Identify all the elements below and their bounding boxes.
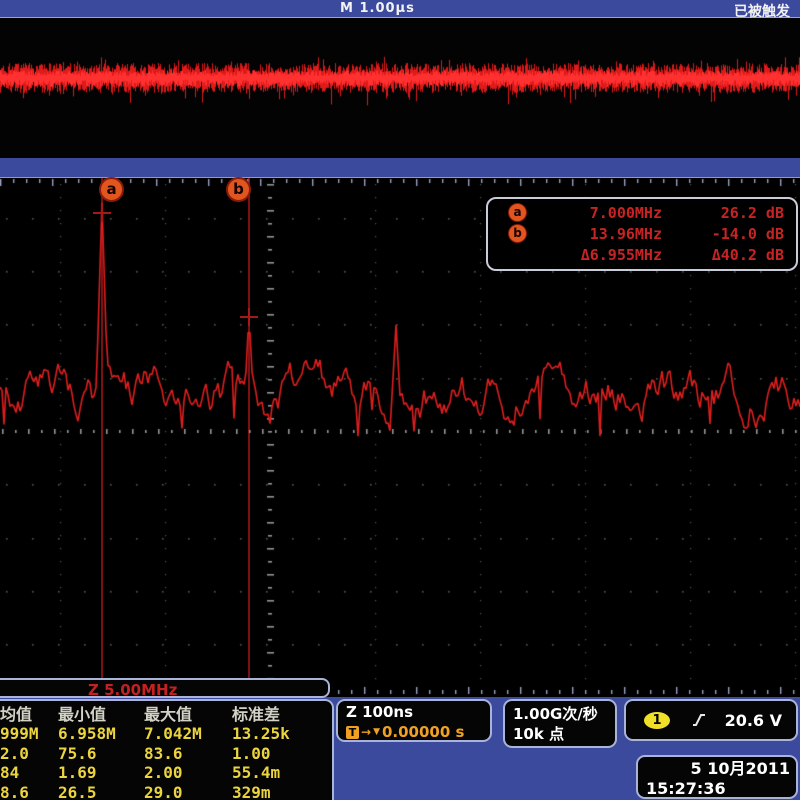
stats-cell: 999M xyxy=(0,724,58,743)
stats-cell: 55.4m xyxy=(232,763,322,782)
cursor-a-crosshair[interactable] xyxy=(93,204,111,222)
cursor-a-readout: a 7.000MHz 26.2 dB xyxy=(488,203,796,222)
stats-cell: 2.0 xyxy=(0,744,58,763)
stats-cell: 1.00 xyxy=(232,744,322,763)
stats-cell: 8.6 xyxy=(0,783,58,800)
trigger-level: 20.6 V xyxy=(706,711,796,730)
stats-row-frequency: 999M 6.958M 7.042M 13.25k xyxy=(0,724,332,743)
horizontal-zoom-box: Z 100ns T→▼0.00000 s xyxy=(336,699,492,742)
stats-row-2: 2.0 75.6 83.6 1.00 xyxy=(0,744,332,763)
cursor-a-frequency: 7.000MHz xyxy=(527,204,662,222)
cursor-delta-frequency: Δ6.955MHz xyxy=(527,246,662,264)
trigger-position-value: 0.00000 s xyxy=(382,723,464,741)
stats-cell: 29.0 xyxy=(144,783,232,800)
analog-waveform-trace xyxy=(0,18,800,158)
acquisition-box: 1.00G次/秒 10k 点 xyxy=(503,699,617,748)
record-length: 10k 点 xyxy=(513,724,607,744)
cursor-b-level: -14.0 dB xyxy=(662,225,796,243)
stats-cell: 84 xyxy=(0,763,58,782)
cursor-readout-box: a 7.000MHz 26.2 dB b 13.96MHz -14.0 dB Δ… xyxy=(486,197,798,271)
sample-rate: 1.00G次/秒 xyxy=(513,704,607,724)
rising-edge-icon xyxy=(692,712,706,728)
measurement-stats-box: 均值 最小值 最大值 标准差 999M 6.958M 7.042M 13.25k… xyxy=(0,699,334,800)
trigger-box: 1 20.6 V xyxy=(624,699,798,741)
fft-window: a b a 7.000MHz 26.2 dB b 13.96MHz -14.0 … xyxy=(0,177,800,699)
cursor-b-readout: b 13.96MHz -14.0 dB xyxy=(488,224,796,243)
stats-cell: 2.00 xyxy=(144,763,232,782)
stats-cell: 7.042M xyxy=(144,724,232,743)
triangle-down-icon: ▼ xyxy=(373,726,380,739)
stats-cell: 329m xyxy=(232,783,322,800)
bottom-readout-area: 均值 最小值 最大值 标准差 999M 6.958M 7.042M 13.25k… xyxy=(0,697,800,800)
stats-cell: 83.6 xyxy=(144,744,232,763)
cursor-b-badge[interactable]: b xyxy=(226,177,251,202)
trigger-channel-badge: 1 xyxy=(644,712,670,729)
stats-cell: 13.25k xyxy=(232,724,322,743)
stats-header-stddev: 标准差 xyxy=(232,705,322,724)
stats-header-mean: 均值 xyxy=(0,705,58,724)
top-status-bar: M 1.00μs 已被触发 xyxy=(0,0,800,18)
datetime-box: 5 10月2011 15:27:36 xyxy=(636,755,798,799)
zoom-timebase: Z 100ns xyxy=(346,703,482,721)
cursor-a-icon: a xyxy=(508,203,527,222)
stats-header-min: 最小值 xyxy=(58,705,144,724)
arrow-right-icon: → xyxy=(361,726,371,739)
cursor-b-frequency: 13.96MHz xyxy=(527,225,662,243)
analog-waveform-strip xyxy=(0,18,800,158)
cursor-b-line[interactable] xyxy=(248,178,250,695)
stats-header-row: 均值 最小值 最大值 标准差 xyxy=(0,705,332,724)
trigger-position-readout: T→▼0.00000 s xyxy=(346,723,482,741)
oscilloscope-screen: M 1.00μs 已被触发 a b a 7.000MHz 26.2 dB b 1… xyxy=(0,0,800,800)
stats-cell: 6.958M xyxy=(58,724,144,743)
stats-header-max: 最大值 xyxy=(144,705,232,724)
cursor-a-line[interactable] xyxy=(101,178,103,695)
stats-cell: 1.69 xyxy=(58,763,144,782)
timebase-readout: M 1.00μs xyxy=(340,1,415,16)
window-separator xyxy=(0,158,800,177)
fft-scale-label: Z 5.00MHz xyxy=(0,678,330,698)
t-flag-icon: T xyxy=(346,726,359,739)
date-readout: 5 10月2011 xyxy=(644,759,790,779)
cursor-delta-readout: Δ6.955MHz Δ40.2 dB xyxy=(488,246,796,265)
time-readout: 15:27:36 xyxy=(644,779,790,799)
stats-cell: 75.6 xyxy=(58,744,144,763)
stats-row-3: 84 1.69 2.00 55.4m xyxy=(0,763,332,782)
stats-cell: 26.5 xyxy=(58,783,144,800)
cursor-a-badge[interactable]: a xyxy=(99,177,124,202)
stats-row-4: 8.6 26.5 29.0 329m xyxy=(0,783,332,800)
cursor-b-crosshair[interactable] xyxy=(240,308,258,326)
cursor-a-level: 26.2 dB xyxy=(662,204,796,222)
cursor-b-icon: b xyxy=(508,224,527,243)
cursor-delta-level: Δ40.2 dB xyxy=(662,246,796,264)
